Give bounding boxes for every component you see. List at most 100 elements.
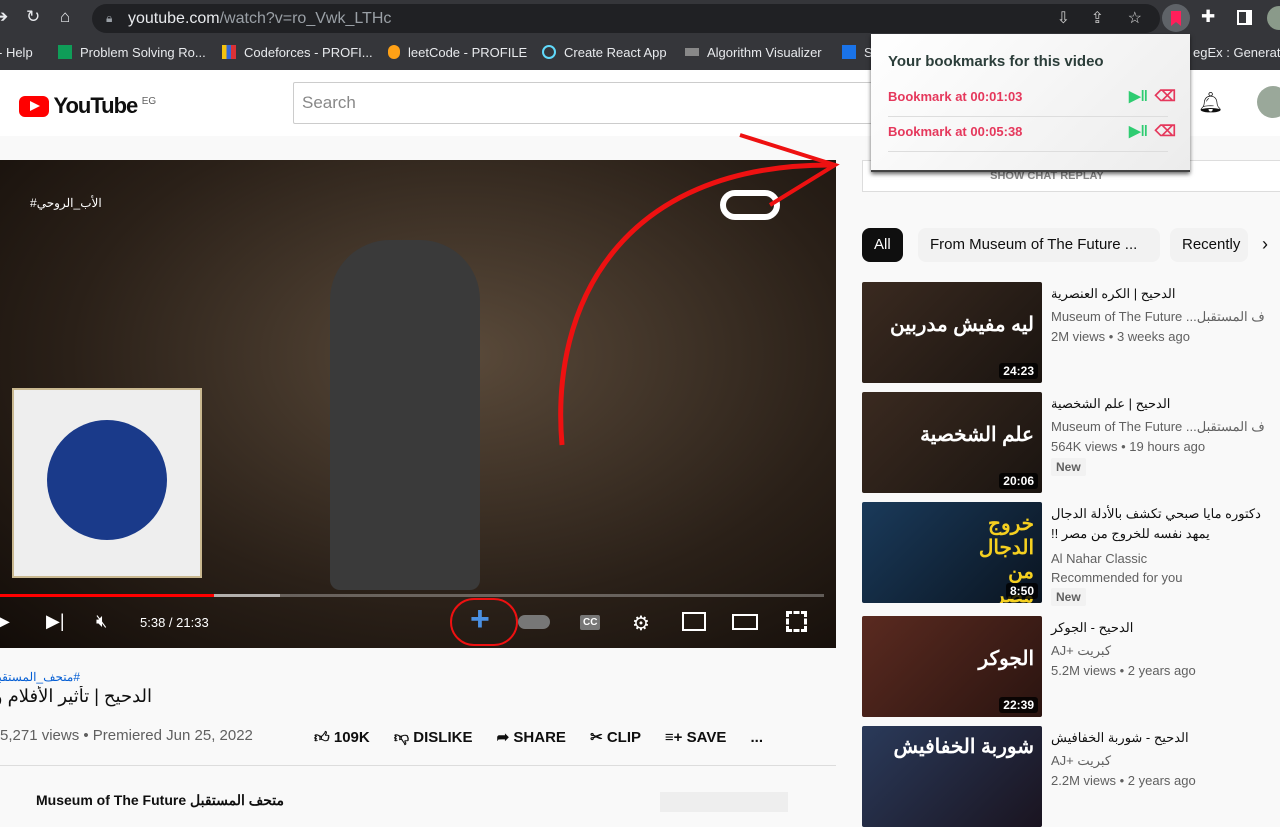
settings-gear-icon[interactable]: ⚙: [632, 611, 650, 636]
bookmark-help[interactable]: - Help: [0, 45, 33, 60]
divider: [0, 765, 836, 766]
lock-icon: 🔒︎: [106, 11, 113, 25]
save-button[interactable]: ≡+ SAVE: [665, 729, 726, 746]
star-icon[interactable]: ☆: [1128, 4, 1142, 33]
rec-channel: Al Nahar Classic: [1051, 551, 1148, 566]
chip-all[interactable]: All: [862, 228, 903, 262]
extensions-puzzle-icon[interactable]: ✚: [1201, 7, 1215, 27]
account-avatar[interactable]: [1257, 86, 1280, 118]
rec-title: الدحيح - شوربة الخفافيش: [1051, 730, 1189, 745]
video-thumbnail[interactable]: الجوكر 22:39: [862, 616, 1042, 717]
profile-avatar[interactable]: [1267, 6, 1280, 30]
share-icon[interactable]: ⇪: [1091, 4, 1104, 33]
rec-channel: AJ+ كبريت: [1051, 643, 1112, 658]
recommendation-item[interactable]: خروج الدجال من مصر8:50 دكتوره مايا صبحي …: [862, 502, 1280, 606]
home-icon[interactable]: ⌂: [60, 7, 70, 27]
clip-button[interactable]: ✂ CLIP: [590, 729, 641, 746]
thumbs-down-icon: 👎︎: [393, 729, 410, 746]
dislike-button[interactable]: 👎︎ DISLIKE: [394, 729, 473, 746]
video-thumbnail[interactable]: ليه مفيش مدربين 24:23: [862, 282, 1042, 383]
codeforces-icon: [222, 45, 236, 59]
recommendation-item[interactable]: علم الشخصية 20:06 الدحيح | علم الشخصية Mu…: [862, 392, 1280, 493]
video-thumbnail[interactable]: علم الشخصية 20:06: [862, 392, 1042, 493]
page-icon: [685, 48, 699, 56]
subscribe-button[interactable]: [660, 792, 788, 812]
playlist-add-icon: ≡+: [664, 729, 683, 746]
video-thumbnail[interactable]: خروج الدجال من مصر8:50: [862, 502, 1042, 603]
install-icon[interactable]: ⇩: [1057, 4, 1070, 33]
notifications-bell-icon[interactable]: 🔔︎: [1198, 90, 1223, 115]
bookmark-icon: [1171, 11, 1181, 26]
bookmark-problem-solving[interactable]: Problem Solving Ro...: [58, 45, 206, 60]
video-hashtag[interactable]: #متحف_المستقبل #: [0, 670, 80, 684]
bluetooth-icon: [842, 45, 856, 59]
share-button[interactable]: ➦ SHARE: [497, 729, 566, 746]
captions-icon[interactable]: CC: [580, 615, 601, 630]
fullscreen-icon[interactable]: [786, 611, 807, 632]
autoplay-toggle[interactable]: [518, 615, 550, 629]
annotation-arrow: [558, 133, 840, 446]
annotation-circle: [450, 598, 518, 646]
video-thumbnail[interactable]: شوربة الخفافيش: [862, 726, 1042, 827]
scissors-icon: ✂: [590, 729, 603, 746]
bookmark-codeforces[interactable]: Codeforces - PROFI...: [222, 45, 373, 60]
rec-meta: 5.2M views • 2 years ago: [1051, 663, 1196, 678]
more-actions-button[interactable]: ...: [751, 729, 764, 746]
thumbs-up-icon: 👍︎: [314, 729, 330, 746]
duration-badge: 20:06: [999, 473, 1038, 489]
bookmark-leetcode[interactable]: leetCode - PROFILE: [388, 45, 527, 60]
rec-meta: Recommended for you: [1051, 570, 1183, 585]
forward-icon[interactable]: ➔: [0, 7, 8, 27]
theater-mode-icon[interactable]: [732, 614, 758, 630]
next-icon[interactable]: ▶|: [46, 611, 65, 632]
bookmark-s[interactable]: S: [842, 45, 873, 60]
chip-recently[interactable]: Recently: [1170, 228, 1248, 262]
bookmark-algorithm-visualizer[interactable]: Algorithm Visualizer: [685, 45, 822, 60]
channel-name[interactable]: Museum of The Future متحف المستقبل: [36, 792, 284, 809]
play-bookmark-icon[interactable]: ▶‖: [1129, 82, 1148, 112]
duration-badge: 22:39: [999, 697, 1038, 713]
leetcode-icon: [388, 45, 400, 59]
youtube-logo[interactable]: YouTube EG: [19, 93, 156, 119]
presenter-figure: [330, 240, 480, 590]
bookmark-regex[interactable]: egEx : Generator: [1193, 45, 1280, 60]
recommendation-item[interactable]: الجوكر 22:39 الدحيح - الجوكر AJ+ كبريت 5.…: [862, 616, 1280, 717]
browser-toolbar: ➔ ↻ ⌂ 🔒︎ youtube.com/watch?v=ro_Vwk_LTHc…: [0, 0, 1280, 36]
paramount-box: [12, 388, 202, 578]
rec-channel: Museum of The Future ...ف المستقبل: [1051, 419, 1265, 434]
new-badge: New: [1051, 588, 1086, 606]
address-bar[interactable]: 🔒︎ youtube.com/watch?v=ro_Vwk_LTHc ⇩ ⇪ ☆: [92, 4, 1160, 33]
delete-bookmark-icon[interactable]: ⌫: [1155, 82, 1176, 112]
miniplayer-icon[interactable]: [682, 612, 706, 631]
bookmarks-extension-popup: Your bookmarks for this video Bookmark a…: [871, 34, 1190, 172]
mute-icon[interactable]: 🔇︎: [96, 611, 107, 632]
video-title: الدحيح | تأثير الأفلام والأ: [0, 686, 152, 706]
rec-title: الدحيح | الكره العنصرية: [1051, 286, 1176, 301]
duration-badge: 8:50: [1005, 583, 1038, 599]
sidepanel-icon[interactable]: [1237, 10, 1252, 25]
rec-title: الدحيح | علم الشخصية: [1051, 396, 1171, 411]
recommendation-item[interactable]: شوربة الخفافيش الدحيح - شوربة الخفافيش A…: [862, 726, 1280, 827]
video-watermark: #الأب_الروحي: [30, 196, 102, 210]
new-badge: New: [1051, 458, 1086, 476]
chip-from-channel[interactable]: From Museum of The Future ...: [918, 228, 1160, 262]
rec-title: دكتوره مايا صبحي تكشف بالأدلة الدجال يمه…: [1051, 506, 1261, 541]
play-bookmark-icon[interactable]: ▶‖: [1129, 117, 1148, 147]
bookmark-extension-button[interactable]: [1162, 4, 1190, 32]
bookmark-create-react-app[interactable]: Create React App: [542, 45, 667, 60]
delete-bookmark-icon[interactable]: ⌫: [1155, 117, 1176, 147]
search-input[interactable]: Search: [293, 82, 893, 124]
reload-icon[interactable]: ↻: [26, 7, 40, 27]
video-actions: 👍︎ 109K 👎︎ DISLIKE ➦ SHARE ✂ CLIP ≡+ SAV…: [314, 728, 763, 747]
youtube-play-icon: [19, 95, 49, 117]
progress-bar[interactable]: [0, 594, 824, 597]
chevron-right-icon[interactable]: ›: [1262, 234, 1268, 255]
like-button[interactable]: 👍︎ 109K: [314, 729, 370, 746]
play-icon[interactable]: ▶: [0, 611, 10, 632]
video-views: 5,271 views • Premiered Jun 25, 2022: [0, 727, 253, 744]
rec-meta: 564K views • 19 hours ago: [1051, 439, 1206, 454]
time-display: 5:38 / 21:33: [140, 615, 209, 630]
recommendation-item[interactable]: ليه مفيش مدربين 24:23 الدحيح | الكره العن…: [862, 282, 1280, 383]
rec-meta: 2M views • 3 weeks ago: [1051, 329, 1190, 344]
bookmark-row: Bookmark at 00:01:03 ▶‖ ⌫: [888, 82, 1176, 117]
